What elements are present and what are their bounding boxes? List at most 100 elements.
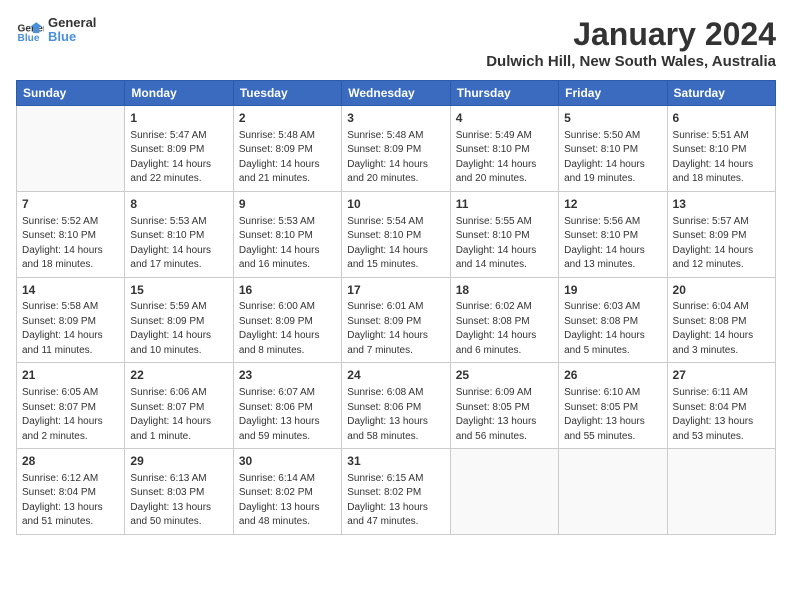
day-info: Sunrise: 5:51 AMSunset: 8:10 PMDaylight:… <box>673 129 770 187</box>
calendar-cell: 23 Sunrise: 6:07 AMSunset: 8:06 PMDayligh… <box>233 363 341 449</box>
day-number: 9 <box>239 196 336 213</box>
calendar-cell <box>559 449 667 535</box>
day-info: Sunrise: 5:54 AMSunset: 8:10 PMDaylight:… <box>347 215 444 273</box>
day-number: 2 <box>239 110 336 127</box>
calendar-cell: 2 Sunrise: 5:48 AMSunset: 8:09 PMDaylight… <box>233 106 341 192</box>
calendar-cell: 11 Sunrise: 5:55 AMSunset: 8:10 PMDayligh… <box>450 191 558 277</box>
day-info: Sunrise: 6:10 AMSunset: 8:05 PMDaylight:… <box>564 386 661 444</box>
day-info: Sunrise: 6:08 AMSunset: 8:06 PMDaylight:… <box>347 386 444 444</box>
day-info: Sunrise: 6:05 AMSunset: 8:07 PMDaylight:… <box>22 386 119 444</box>
day-number: 11 <box>456 196 553 213</box>
day-number: 28 <box>22 453 119 470</box>
calendar-cell: 6 Sunrise: 5:51 AMSunset: 8:10 PMDaylight… <box>667 106 775 192</box>
calendar-subtitle: Dulwich Hill, New South Wales, Australia <box>486 53 776 70</box>
day-number: 31 <box>347 453 444 470</box>
day-info: Sunrise: 6:11 AMSunset: 8:04 PMDaylight:… <box>673 386 770 444</box>
day-number: 23 <box>239 367 336 384</box>
logo-general: General <box>48 16 96 30</box>
svg-text:Blue: Blue <box>18 33 40 44</box>
calendar-cell: 15Sunrise: 5:59 AMSunset: 8:09 PMDayligh… <box>125 277 233 363</box>
day-info: Sunrise: 5:47 AMSunset: 8:09 PMDaylight:… <box>130 129 227 187</box>
day-number: 10 <box>347 196 444 213</box>
day-info: Sunrise: 6:02 AMSunset: 8:08 PMDaylight:… <box>456 300 553 358</box>
calendar-cell: 22 Sunrise: 6:06 AMSunset: 8:07 PMDayligh… <box>125 363 233 449</box>
day-number: 18 <box>456 282 553 299</box>
calendar-cell: 16Sunrise: 6:00 AMSunset: 8:09 PMDayligh… <box>233 277 341 363</box>
day-info: Sunrise: 5:52 AMSunset: 8:10 PMDaylight:… <box>22 215 119 273</box>
logo: General Blue General Blue <box>16 16 96 45</box>
header-saturday: Saturday <box>667 81 775 106</box>
day-info: Sunrise: 5:53 AMSunset: 8:10 PMDaylight:… <box>239 215 336 273</box>
calendar-cell <box>667 449 775 535</box>
day-number: 22 <box>130 367 227 384</box>
calendar-cell: 10 Sunrise: 5:54 AMSunset: 8:10 PMDayligh… <box>342 191 450 277</box>
day-info: Sunrise: 6:13 AMSunset: 8:03 PMDaylight:… <box>130 472 227 530</box>
calendar-cell <box>450 449 558 535</box>
week-row-1: 7 Sunrise: 5:52 AMSunset: 8:10 PMDaylight… <box>17 191 776 277</box>
calendar-cell: 18Sunrise: 6:02 AMSunset: 8:08 PMDayligh… <box>450 277 558 363</box>
day-number: 3 <box>347 110 444 127</box>
day-number: 15 <box>130 282 227 299</box>
day-info: Sunrise: 5:48 AMSunset: 8:09 PMDaylight:… <box>239 129 336 187</box>
day-number: 12 <box>564 196 661 213</box>
day-info: Sunrise: 5:49 AMSunset: 8:10 PMDaylight:… <box>456 129 553 187</box>
day-number: 25 <box>456 367 553 384</box>
day-info: Sunrise: 5:48 AMSunset: 8:09 PMDaylight:… <box>347 129 444 187</box>
day-info: Sunrise: 5:59 AMSunset: 8:09 PMDaylight:… <box>130 300 227 358</box>
header-tuesday: Tuesday <box>233 81 341 106</box>
calendar-cell: 14Sunrise: 5:58 AMSunset: 8:09 PMDayligh… <box>17 277 125 363</box>
header-sunday: Sunday <box>17 81 125 106</box>
day-number: 6 <box>673 110 770 127</box>
calendar-cell: 24 Sunrise: 6:08 AMSunset: 8:06 PMDayligh… <box>342 363 450 449</box>
day-number: 26 <box>564 367 661 384</box>
header-monday: Monday <box>125 81 233 106</box>
calendar-cell: 27 Sunrise: 6:11 AMSunset: 8:04 PMDayligh… <box>667 363 775 449</box>
day-info: Sunrise: 6:06 AMSunset: 8:07 PMDaylight:… <box>130 386 227 444</box>
day-info: Sunrise: 6:00 AMSunset: 8:09 PMDaylight:… <box>239 300 336 358</box>
day-number: 13 <box>673 196 770 213</box>
calendar-cell: 12 Sunrise: 5:56 AMSunset: 8:10 PMDayligh… <box>559 191 667 277</box>
calendar-cell: 5Sunrise: 5:50 AMSunset: 8:10 PMDaylight… <box>559 106 667 192</box>
calendar-title: January 2024 <box>486 16 776 53</box>
day-info: Sunrise: 6:04 AMSunset: 8:08 PMDaylight:… <box>673 300 770 358</box>
day-number: 19 <box>564 282 661 299</box>
day-info: Sunrise: 5:57 AMSunset: 8:09 PMDaylight:… <box>673 215 770 273</box>
day-number: 5 <box>564 110 661 127</box>
day-info: Sunrise: 6:09 AMSunset: 8:05 PMDaylight:… <box>456 386 553 444</box>
calendar-cell: 31Sunrise: 6:15 AMSunset: 8:02 PMDayligh… <box>342 449 450 535</box>
calendar-cell: 28Sunrise: 6:12 AMSunset: 8:04 PMDayligh… <box>17 449 125 535</box>
calendar-cell: 25 Sunrise: 6:09 AMSunset: 8:05 PMDayligh… <box>450 363 558 449</box>
day-info: Sunrise: 5:58 AMSunset: 8:09 PMDaylight:… <box>22 300 119 358</box>
day-number: 21 <box>22 367 119 384</box>
calendar-cell: 29Sunrise: 6:13 AMSunset: 8:03 PMDayligh… <box>125 449 233 535</box>
day-number: 4 <box>456 110 553 127</box>
calendar-cell: 8Sunrise: 5:53 AMSunset: 8:10 PMDaylight… <box>125 191 233 277</box>
day-number: 24 <box>347 367 444 384</box>
day-info: Sunrise: 5:56 AMSunset: 8:10 PMDaylight:… <box>564 215 661 273</box>
title-block: January 2024 Dulwich Hill, New South Wal… <box>486 16 776 70</box>
calendar-cell: 17Sunrise: 6:01 AMSunset: 8:09 PMDayligh… <box>342 277 450 363</box>
day-number: 7 <box>22 196 119 213</box>
page-header: General Blue General Blue January 2024 D… <box>16 16 776 70</box>
header-thursday: Thursday <box>450 81 558 106</box>
calendar-cell: 21 Sunrise: 6:05 AMSunset: 8:07 PMDayligh… <box>17 363 125 449</box>
day-number: 16 <box>239 282 336 299</box>
calendar-cell: 4 Sunrise: 5:49 AMSunset: 8:10 PMDaylight… <box>450 106 558 192</box>
week-row-4: 28Sunrise: 6:12 AMSunset: 8:04 PMDayligh… <box>17 449 776 535</box>
calendar-cell: 7 Sunrise: 5:52 AMSunset: 8:10 PMDaylight… <box>17 191 125 277</box>
calendar-cell: 1Sunrise: 5:47 AMSunset: 8:09 PMDaylight… <box>125 106 233 192</box>
week-row-3: 21 Sunrise: 6:05 AMSunset: 8:07 PMDayligh… <box>17 363 776 449</box>
calendar-cell: 3 Sunrise: 5:48 AMSunset: 8:09 PMDaylight… <box>342 106 450 192</box>
day-number: 27 <box>673 367 770 384</box>
logo-icon: General Blue <box>16 16 44 44</box>
day-info: Sunrise: 6:14 AMSunset: 8:02 PMDaylight:… <box>239 472 336 530</box>
calendar-table: SundayMondayTuesdayWednesdayThursdayFrid… <box>16 80 776 535</box>
calendar-cell: 26 Sunrise: 6:10 AMSunset: 8:05 PMDayligh… <box>559 363 667 449</box>
calendar-cell: 20Sunrise: 6:04 AMSunset: 8:08 PMDayligh… <box>667 277 775 363</box>
calendar-header-row: SundayMondayTuesdayWednesdayThursdayFrid… <box>17 81 776 106</box>
calendar-cell: 30 Sunrise: 6:14 AMSunset: 8:02 PMDayligh… <box>233 449 341 535</box>
day-info: Sunrise: 5:55 AMSunset: 8:10 PMDaylight:… <box>456 215 553 273</box>
day-number: 30 <box>239 453 336 470</box>
day-number: 14 <box>22 282 119 299</box>
day-info: Sunrise: 6:07 AMSunset: 8:06 PMDaylight:… <box>239 386 336 444</box>
